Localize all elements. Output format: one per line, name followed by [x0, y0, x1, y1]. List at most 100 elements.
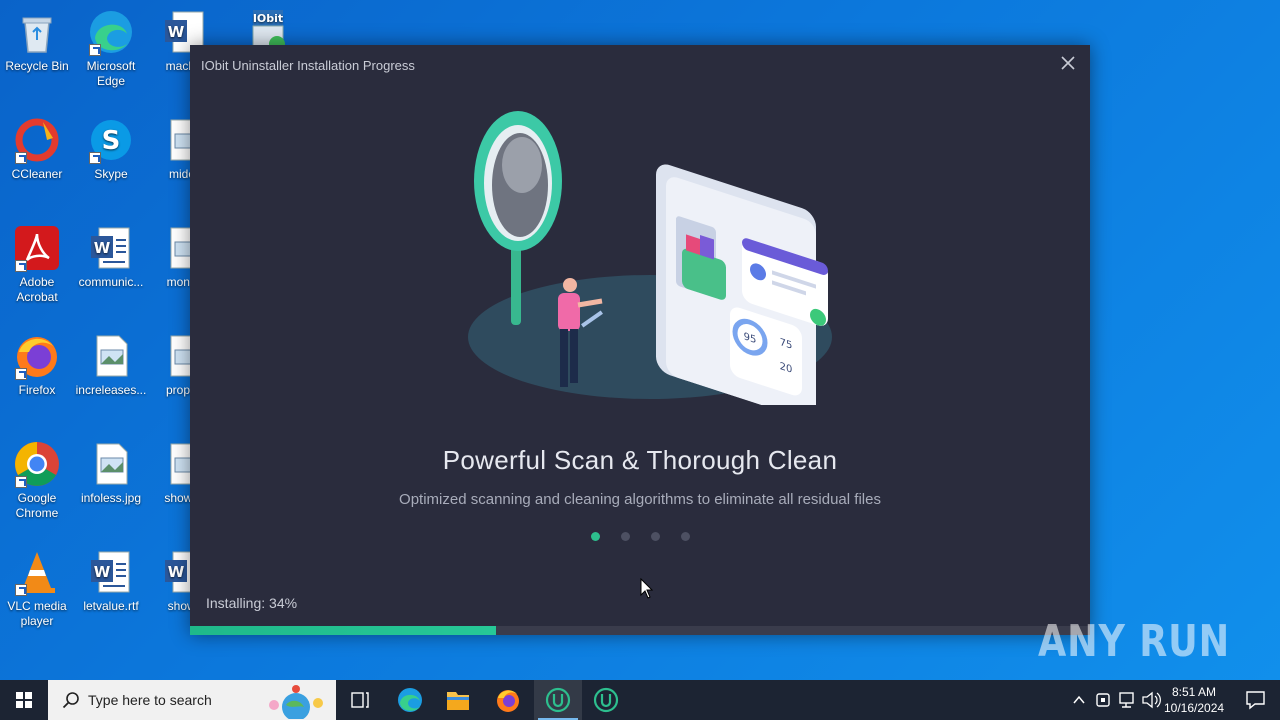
word-document-icon: W	[87, 224, 135, 272]
iobit-badge-text: IObit	[253, 12, 283, 25]
slide-description: Optimized scanning and cleaning algorith…	[399, 491, 881, 508]
svg-text:S: S	[102, 126, 121, 156]
slide-dot-2[interactable]	[621, 532, 630, 541]
shortcut-arrow-icon	[15, 368, 27, 380]
desktop-icon-label: Skype	[94, 167, 128, 181]
desktop-icon-adobe-acrobat[interactable]: Adobe Acrobat	[0, 224, 74, 305]
google-chrome-icon	[13, 440, 61, 488]
windows-logo-icon	[16, 692, 32, 708]
clock-time: 8:51 AM	[1171, 685, 1217, 699]
tray-volume-button[interactable]	[1140, 680, 1162, 720]
slide-headline: Powerful Scan & Thorough Clean	[442, 445, 838, 475]
desktop-icon-recycle-bin[interactable]: Recycle Bin	[0, 8, 74, 74]
desktop-icon-label: increleases...	[75, 383, 147, 397]
action-center-button[interactable]	[1230, 680, 1280, 720]
desktop-icon-microsoft-edge[interactable]: Microsoft Edge	[74, 8, 148, 89]
mouse-cursor-icon	[640, 578, 654, 599]
image-file-icon	[87, 440, 135, 488]
shortcut-arrow-icon	[15, 476, 27, 488]
desktop-icon-google-chrome[interactable]: Google Chrome	[0, 440, 74, 521]
taskbar-firefox-button[interactable]	[484, 680, 532, 720]
desktop-icon-word-doc[interactable]: W communic...	[74, 224, 148, 290]
taskbar: Type here to search 8:51 AM 10/16/2024	[0, 680, 1280, 720]
edge-icon	[87, 8, 135, 56]
chevron-up-icon	[1073, 695, 1085, 704]
svg-text:W: W	[94, 239, 111, 257]
shortcut-arrow-icon	[15, 584, 27, 596]
network-icon	[1119, 692, 1134, 708]
taskbar-iobit-uninstaller-button[interactable]	[534, 680, 582, 720]
tray-device-button[interactable]	[1092, 680, 1114, 720]
svg-text:W: W	[168, 23, 185, 41]
search-icon	[62, 692, 79, 709]
shortcut-arrow-icon	[15, 152, 27, 164]
shortcut-arrow-icon	[89, 44, 101, 56]
desktop-icon-label: communic...	[78, 275, 144, 289]
anyrun-watermark: ANY RUN	[1038, 610, 1238, 670]
desktop-icon-label: infoless.jpg	[80, 491, 142, 505]
word-document-icon: W	[87, 548, 135, 596]
slide-dot-1[interactable]	[591, 532, 600, 541]
watermark-text: ANY RUN	[1038, 616, 1230, 667]
usb-device-icon	[1096, 693, 1110, 707]
close-icon	[1061, 56, 1075, 70]
window-title: IObit Uninstaller Installation Progress	[201, 58, 415, 73]
progress-bar	[190, 626, 1090, 635]
tray-network-button[interactable]	[1116, 680, 1138, 720]
skype-icon: S	[87, 116, 135, 164]
slide-dot-3[interactable]	[651, 532, 660, 541]
desktop-icon-label: Firefox	[18, 383, 56, 397]
installer-window: IObit Uninstaller Installation Progress	[190, 45, 1090, 635]
ccleaner-icon	[13, 116, 61, 164]
tray-overflow-button[interactable]	[1068, 680, 1090, 720]
desktop-icon-image-file[interactable]: increleases...	[74, 332, 148, 398]
taskbar-edge-button[interactable]	[386, 680, 434, 720]
desktop-icon-label: Microsoft Edge	[86, 59, 136, 88]
close-button[interactable]	[1058, 53, 1078, 73]
slide-dot-4[interactable]	[681, 532, 690, 541]
recycle-bin-icon	[13, 8, 61, 56]
iobit-uninstaller-icon	[593, 687, 619, 713]
edge-icon	[398, 688, 422, 712]
desktop-icon-label: VLC media player	[7, 599, 67, 628]
progress-label: Installing: 34%	[206, 595, 298, 611]
desktop-icon-image-file[interactable]: infoless.jpg	[74, 440, 148, 506]
taskbar-iobit-uninstaller-button-2[interactable]	[582, 680, 630, 720]
task-view-button[interactable]	[336, 680, 384, 720]
shortcut-arrow-icon	[89, 152, 101, 164]
desktop-icon-label: Adobe Acrobat	[16, 275, 58, 304]
desktop-icon-label: Google Chrome	[15, 491, 59, 520]
shortcut-arrow-icon	[15, 260, 27, 272]
speaker-icon	[1142, 691, 1161, 709]
firefox-icon	[13, 332, 61, 380]
taskbar-clock[interactable]: 8:51 AM 10/16/2024	[1164, 684, 1224, 716]
firefox-icon	[497, 690, 519, 712]
desktop-icon-label: CCleaner	[11, 167, 63, 181]
desktop-icon-word-doc[interactable]: W letvalue.rtf	[74, 548, 148, 614]
search-placeholder: Type here to search	[88, 692, 212, 708]
image-file-icon	[87, 332, 135, 380]
desktop-icon-ccleaner[interactable]: CCleaner	[0, 116, 74, 182]
task-view-icon	[351, 692, 369, 708]
svg-text:W: W	[94, 563, 111, 581]
search-highlight-globe-icon	[269, 685, 323, 719]
taskbar-file-explorer-button[interactable]	[434, 680, 482, 720]
folder-icon	[447, 692, 469, 710]
desktop-icon-skype[interactable]: S Skype	[74, 116, 148, 182]
slide-indicator	[590, 532, 690, 542]
desktop-icon-vlc[interactable]: VLC media player	[0, 548, 74, 629]
vlc-cone-icon	[13, 548, 61, 596]
anyrun-play-logo-icon: ANY RUN	[1038, 616, 1230, 667]
iobit-uninstaller-icon	[545, 687, 571, 713]
svg-text:W: W	[168, 563, 185, 581]
clock-date: 10/16/2024	[1164, 701, 1225, 715]
desktop-icon-firefox[interactable]: Firefox	[0, 332, 74, 398]
desktop-icon-label: Recycle Bin	[5, 59, 69, 73]
progress-fill	[190, 626, 496, 635]
desktop-icon-label: letvalue.rtf	[83, 599, 139, 613]
adobe-acrobat-icon	[13, 224, 61, 272]
start-button[interactable]	[0, 680, 48, 720]
taskbar-search-box[interactable]: Type here to search	[48, 680, 336, 720]
notification-icon	[1246, 691, 1265, 710]
scan-clean-illustration: 95 75 20	[468, 111, 832, 405]
